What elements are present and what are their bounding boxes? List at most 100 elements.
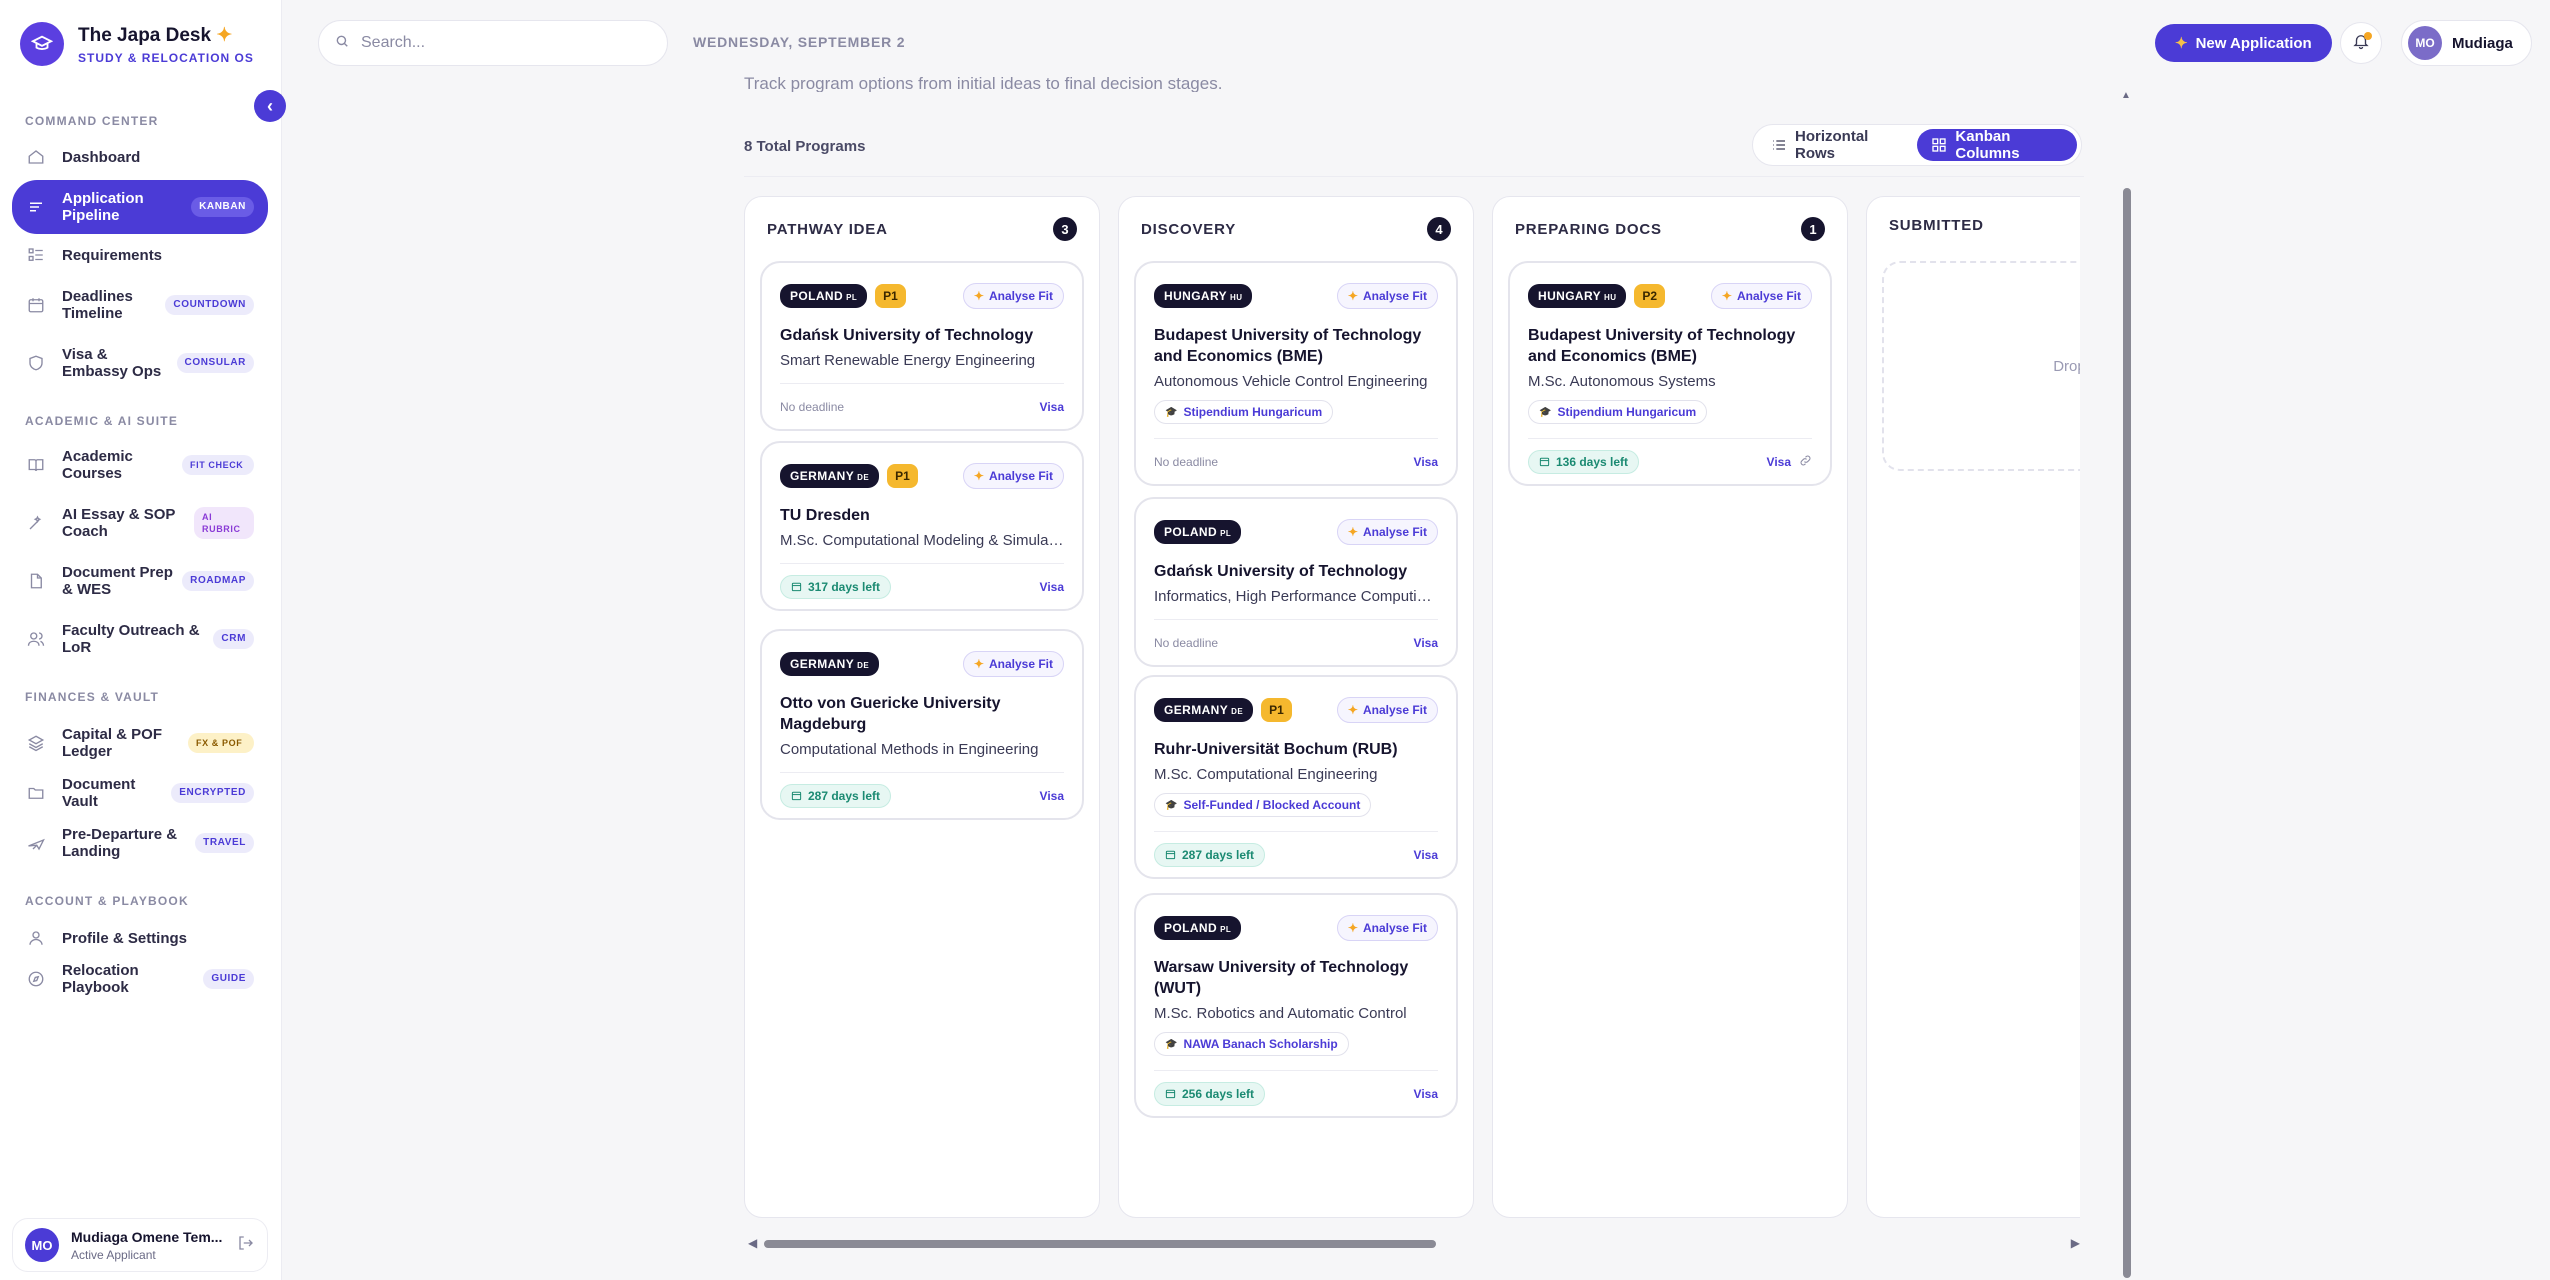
new-application-button[interactable]: ✦ New Application xyxy=(2155,24,2332,62)
visa-link[interactable]: Visa xyxy=(1414,455,1438,469)
graduation-cap-icon: 🎓 xyxy=(1165,406,1178,418)
country-code: PL xyxy=(846,293,858,302)
sidebar-item-deadlines-timeline[interactable]: Deadlines Timeline COUNTDOWN xyxy=(12,278,268,332)
profile-name: Mudiaga xyxy=(2452,34,2513,52)
page-subtitle: Track program options from initial ideas… xyxy=(744,74,1223,92)
sidebar-item-label: Pre-Departure & Landing xyxy=(62,826,178,860)
country-badge: GERMANY DE xyxy=(780,652,880,676)
analyse-fit-button[interactable]: ✦ Analyse Fit xyxy=(1710,283,1812,309)
program-card[interactable]: GERMANY DE P1 ✦ Analyse Fit TU Dresden M.Sc.… xyxy=(760,441,1084,611)
analyse-fit-button[interactable]: ✦ Analyse Fit xyxy=(1336,283,1438,309)
sparkle-icon: ✦ xyxy=(216,24,233,46)
sidebar-item-relocation-playbook[interactable]: Relocation Playbook GUIDE xyxy=(12,954,268,1004)
sidebar-item-pre-departure[interactable]: Pre-Departure & Landing TRAVEL xyxy=(12,816,268,870)
program-name: M.Sc. Autonomous Systems xyxy=(1528,373,1716,390)
program-card[interactable]: POLAND PL ✦ Analyse Fit Gdańsk University o… xyxy=(1134,497,1458,667)
topbar: WEDNESDAY, SEPTEMBER 2 ✦New Application … xyxy=(283,0,2550,86)
calendar-icon xyxy=(26,295,46,315)
country-name: HUNGARY xyxy=(1538,289,1602,303)
sidebar-item-application-pipeline[interactable]: Application Pipeline KANBAN xyxy=(12,180,268,234)
program-card[interactable]: GERMANY DE ✦ Analyse Fit Otto von Guericke … xyxy=(760,629,1084,820)
sidebar-item-tag: ROADMAP xyxy=(182,571,254,591)
visa-link[interactable]: Visa xyxy=(1040,580,1064,594)
days-left-badge: 287 days left xyxy=(1154,842,1266,867)
program-card[interactable]: POLAND PL ✦ Analyse Fit Warsaw University o… xyxy=(1134,893,1458,1118)
visa-label: Visa xyxy=(1766,454,1791,469)
sidebar-item-faculty-outreach[interactable]: Faculty Outreach & LoR CRM xyxy=(12,612,268,666)
analyse-fit-button[interactable]: ✦ Analyse Fit xyxy=(1336,697,1438,723)
analyse-fit-button[interactable]: ✦ Analyse Fit xyxy=(962,463,1064,489)
brand[interactable]: The Japa Desk ✦ STUDY & RELOCATION OS xyxy=(20,22,254,66)
priority-badge: P1 xyxy=(1261,698,1292,722)
avatar: MO xyxy=(25,1228,59,1262)
analyse-fit-button[interactable]: ✦ Analyse Fit xyxy=(1336,519,1438,545)
kanban-columns-label: Kanban Columns xyxy=(1955,128,2020,162)
program-name: M.Sc. Robotics and Automatic Control xyxy=(1154,1005,1407,1022)
deadline-text: No deadline xyxy=(780,399,845,414)
scroll-left-icon[interactable]: ◀ xyxy=(748,1236,757,1250)
sidebar-item-label: Capital & POF Ledger xyxy=(62,726,163,760)
column-discovery: DISCOVERY 4 HUNGARY HU ✦ Analyse Fit Budapes… xyxy=(1118,196,1474,1218)
program-card[interactable]: HUNGARY HU ✦ Analyse Fit Budapest Universit… xyxy=(1134,261,1458,486)
visa-link[interactable]: Visa xyxy=(1414,636,1438,650)
analyse-fit-label: Analyse Fit xyxy=(1362,525,1427,539)
search-input[interactable] xyxy=(361,34,641,52)
sidebar-item-dashboard[interactable]: Dashboard xyxy=(12,132,268,182)
sidebar-item-label: Deadlines Timeline xyxy=(62,288,133,322)
sidebar-item-visa-embassy-ops[interactable]: Visa & Embassy Ops CONSULAR xyxy=(12,336,268,390)
visa-link[interactable]: Visa xyxy=(1414,1087,1438,1101)
current-date: WEDNESDAY, SEPTEMBER 2 xyxy=(693,34,906,50)
program-card[interactable]: POLAND PL P1 ✦ Analyse Fit Gdańsk University… xyxy=(760,261,1084,431)
total-programs: 8 Total Programs xyxy=(744,138,866,155)
scroll-right-icon[interactable]: ▶ xyxy=(2071,1236,2080,1250)
search-box[interactable] xyxy=(318,20,668,66)
horizontal-rows-button[interactable]: Horizontal Rows xyxy=(1757,128,1911,162)
collapse-sidebar-button[interactable]: ‹ xyxy=(254,90,286,122)
sidebar-item-requirements[interactable]: Requirements xyxy=(12,230,268,280)
nav-section-finances: FINANCES & VAULT xyxy=(25,690,160,704)
sidebar-item-document-prep[interactable]: Document Prep & WES ROADMAP xyxy=(12,554,268,608)
visa-link[interactable]: Visa xyxy=(1414,848,1438,862)
visa-link[interactable]: Visa xyxy=(1040,789,1064,803)
analyse-fit-button[interactable]: ✦ Analyse Fit xyxy=(962,283,1064,309)
vertical-scrollbar[interactable]: ▲ xyxy=(2120,88,2134,1280)
country-code: DE xyxy=(857,661,870,670)
calendar-icon xyxy=(1165,849,1176,860)
university-name: Ruhr-Universität Bochum (RUB) xyxy=(1154,741,1398,758)
analyse-fit-button[interactable]: ✦ Analyse Fit xyxy=(1336,915,1438,941)
kanban-columns-button[interactable]: Kanban Columns xyxy=(1917,128,2077,162)
program-card[interactable]: HUNGARY HU P2 ✦ Analyse Fit Budapest Univers… xyxy=(1508,261,1832,486)
drop-zone[interactable]: Drop cards here xyxy=(1882,261,2080,471)
analyse-fit-button[interactable]: ✦ Analyse Fit xyxy=(962,651,1064,677)
column-title: PREPARING DOCS xyxy=(1515,220,1662,238)
scrollbar-thumb[interactable] xyxy=(2123,188,2131,1278)
graduation-cap-icon: 🎓 xyxy=(1539,406,1552,418)
scholarship-text: Stipendium Hungaricum xyxy=(1183,405,1323,419)
scrollbar-thumb[interactable] xyxy=(764,1240,1436,1248)
sidebar-item-academic-courses[interactable]: Academic Courses FIT CHECK xyxy=(12,438,268,492)
calendar-icon xyxy=(1539,456,1550,467)
sidebar-item-ai-essay-coach[interactable]: AI Essay & SOP Coach AI RUBRIC xyxy=(12,496,268,550)
user-card[interactable]: MO Mudiaga Omene Tem... Active Applicant xyxy=(12,1218,268,1272)
visa-link[interactable]: Visa xyxy=(1767,454,1812,470)
horizontal-scrollbar[interactable]: ◀ ▶ xyxy=(744,1234,2084,1256)
profile-menu[interactable]: MO Mudiaga xyxy=(2401,20,2532,66)
users-icon xyxy=(26,629,46,649)
sparkle-icon: ✦ xyxy=(1347,525,1358,539)
scroll-up-icon[interactable]: ▲ xyxy=(2121,90,2131,101)
days-left-text: 256 days left xyxy=(1182,1086,1255,1101)
link-icon xyxy=(1799,454,1812,470)
logout-icon[interactable] xyxy=(237,1234,255,1257)
university-name: Budapest University of Technology and Ec… xyxy=(1528,327,1796,365)
sidebar-item-capital-ledger[interactable]: Capital & POF Ledger FX & POF xyxy=(12,716,268,770)
avatar: MO xyxy=(2408,26,2442,60)
program-name: M.Sc. Computational Engineering xyxy=(1154,766,1378,783)
notifications-button[interactable] xyxy=(2340,22,2382,64)
sidebar-item-document-vault[interactable]: Document Vault ENCRYPTED xyxy=(12,768,268,818)
visa-link[interactable]: Visa xyxy=(1040,400,1064,414)
sidebar-item-tag: COUNTDOWN xyxy=(165,295,254,315)
sparkle-icon: ✦ xyxy=(973,289,984,303)
program-card[interactable]: GERMANY DE P1 ✦ Analyse Fit Ruhr-Universität… xyxy=(1134,675,1458,879)
days-left-text: 317 days left xyxy=(808,579,881,594)
sidebar-item-label: Relocation Playbook xyxy=(62,962,139,996)
